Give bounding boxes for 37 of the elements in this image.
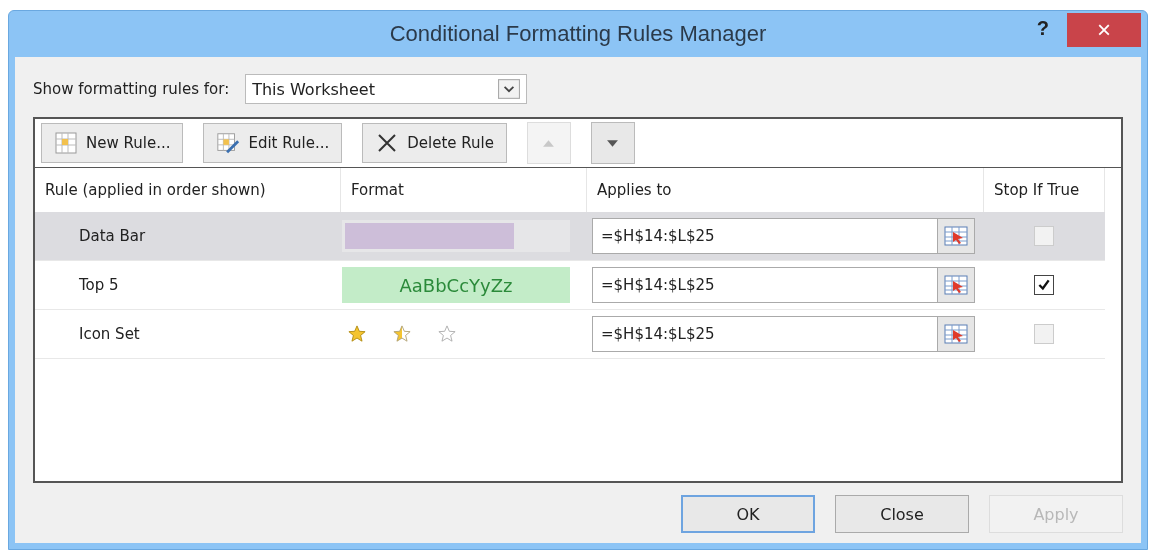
rule-row[interactable]: Top 5 AaBbCcYyZz =$H$14:$L$25 [35,261,1105,310]
down-triangle-icon [606,138,620,148]
help-button[interactable]: ? [1032,17,1053,40]
range-picker-button[interactable] [937,267,975,303]
applies-to-field[interactable]: =$H$14:$L$25 [592,267,937,303]
applies-to-field[interactable]: =$H$14:$L$25 [592,316,937,352]
grid-cursor-icon [944,324,968,344]
range-picker-button[interactable] [937,316,975,352]
close-button[interactable]: × [1067,13,1141,47]
grid-pencil-icon [216,131,241,155]
format-sample: AaBbCcYyZz [342,267,570,303]
rule-name: Top 5 [78,276,120,294]
scope-dropdown[interactable]: This Worksheet [245,74,528,104]
rule-name: Icon Set [78,325,141,343]
stop-if-true-checkbox[interactable] [1034,275,1054,295]
dialog-button[interactable]: Close [835,495,969,533]
grid-cursor-icon [944,226,968,246]
show-rules-label: Show formatting rules for: [33,80,230,98]
range-picker-button[interactable] [937,218,975,254]
applies-to-field[interactable]: =$H$14:$L$25 [592,218,937,254]
column-header: Rule (applied in order shown) [44,180,267,201]
move-down-button[interactable] [590,122,635,164]
new-rule-button[interactable]: New Rule... [41,123,184,163]
rule-name: Data Bar [78,227,147,245]
chevron-down-icon [498,79,521,99]
dialog-button[interactable]: OK [681,495,815,533]
empty-star-icon [438,325,456,343]
delete-rule-button[interactable]: Delete Rule [362,123,507,163]
edit-rule-button[interactable]: Edit Rule... [203,123,343,163]
rule-row[interactable]: Icon Set =$H$14:$L$25 [35,310,1105,359]
full-star-icon [348,325,366,343]
up-triangle-icon [542,138,556,148]
window-title: Conditional Formatting Rules Manager [389,21,767,47]
grid-cursor-icon [944,275,968,295]
half-star-icon [393,325,411,343]
grid-icon [54,131,78,155]
rule-row[interactable]: Data Bar =$H$14:$L$25 [35,212,1105,261]
